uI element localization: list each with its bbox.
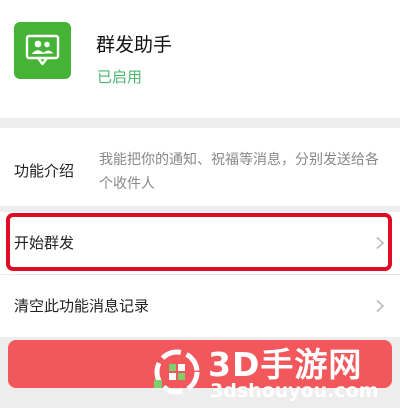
chevron-right-icon: [376, 299, 385, 313]
watermark: 3D手游网 3dshouyou.com: [152, 338, 400, 408]
clear-history-row[interactable]: 清空此功能消息记录: [0, 275, 400, 337]
group-chat-icon: [14, 22, 71, 79]
app-title: 群发助手: [96, 34, 173, 56]
clear-history-label: 清空此功能消息记录: [14, 297, 150, 315]
watermark-url: 3dshouyou.com: [210, 380, 379, 402]
feature-intro-label: 功能介绍: [14, 162, 75, 180]
feature-intro-text: 我能把你的通知、祝福等消息，分别发送给各个收件人: [99, 152, 379, 192]
highlight-box: [6, 213, 392, 271]
feature-intro-card: 功能介绍 我能把你的通知、祝福等消息，分别发送给各个收件人: [0, 128, 400, 206]
watermark-brand: 3D手游网: [208, 345, 363, 384]
app-header: 群发助手 已启用: [0, 0, 400, 118]
watermark-logo-icon: [154, 349, 200, 395]
app-status: 已启用: [97, 68, 143, 86]
